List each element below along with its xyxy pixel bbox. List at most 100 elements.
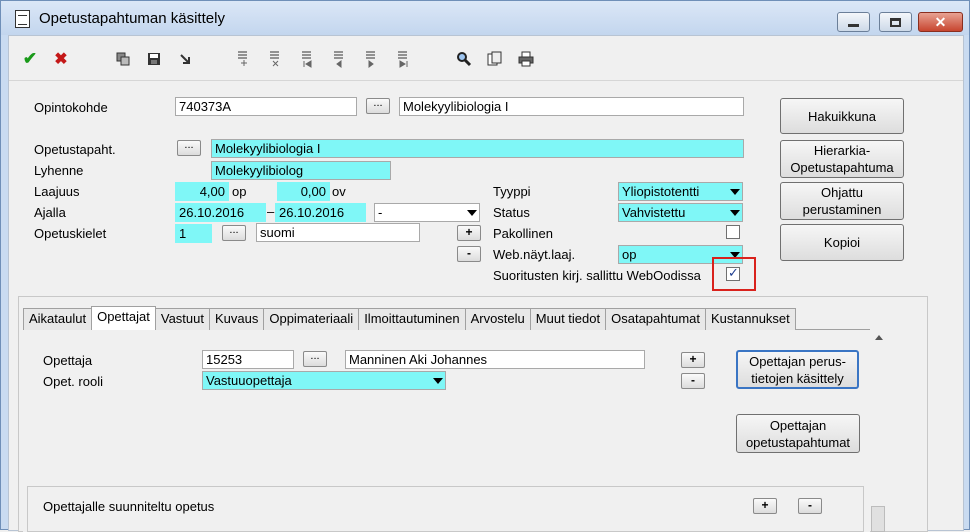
ajalla-start-field[interactable]: 26.10.2016 — [175, 203, 266, 222]
hierarkia-label-line1: Hierarkia- — [813, 143, 871, 158]
ohjattu-label-line2: perustaminen — [802, 202, 882, 217]
maximize-icon — [890, 17, 901, 27]
opetustapahtumat-label-line2: opetustapahtumat — [745, 434, 851, 450]
hakuikkuna-button[interactable]: Hakuikkuna — [780, 98, 904, 134]
close-button[interactable]: ✕ — [918, 12, 963, 32]
opetuskielet-label: Opetuskielet — [34, 226, 107, 241]
window-title: Opetustapahtuman käsittely — [39, 10, 225, 27]
hakuikkuna-label: Hakuikkuna — [808, 108, 876, 124]
check-icon[interactable]: ✔ — [21, 49, 39, 68]
pakollinen-checkbox[interactable] — [726, 225, 740, 239]
tab-aikataulut[interactable]: Aikataulut — [23, 308, 93, 330]
main-window: Opetustapahtuman käsittely ✕ ✔ ✖ Opintok… — [0, 0, 970, 532]
hierarkia-label-line2: Opetustapahtuma — [790, 160, 894, 175]
tab-kustannukset[interactable]: Kustannukset — [705, 308, 796, 330]
status-select[interactable]: Vahvistettu — [618, 203, 743, 222]
chevron-down-icon — [730, 189, 740, 195]
add-teacher-button[interactable]: + — [681, 352, 705, 368]
record-prev-icon[interactable] — [331, 50, 349, 68]
laajuus-label: Laajuus — [34, 184, 80, 199]
scroll-up-icon[interactable] — [875, 335, 883, 340]
opintokohde-label: Opintokohde — [34, 100, 108, 115]
opettaja-browse-button[interactable]: ... — [303, 351, 327, 367]
lyhenne-label: Lyhenne — [34, 163, 84, 178]
search-icon[interactable] — [455, 50, 473, 68]
opetuskielet-browse-button[interactable]: ... — [222, 225, 246, 241]
suunniteltu-label: Opettajalle suunniteltu opetus — [43, 499, 215, 514]
print-icon[interactable] — [517, 50, 535, 68]
op-unit-label: op — [232, 184, 247, 199]
ajalla-period-value: - — [378, 205, 383, 220]
opintokohde-code-field[interactable]: 740373A — [175, 97, 357, 116]
kopioi-label: Kopioi — [823, 235, 861, 250]
save-icon[interactable] — [145, 50, 163, 68]
tab-strip: Aikataulut Opettajat Vastuut Kuvaus Oppi… — [23, 306, 796, 330]
tab-opettajat[interactable]: Opettajat — [91, 306, 156, 330]
opettaja-code-field[interactable]: 15253 — [202, 350, 294, 369]
export-icon[interactable] — [176, 50, 194, 68]
opintokohde-browse-button[interactable]: ... — [366, 98, 390, 114]
client-area: ✔ ✖ Opintokohde 740373A ... Molekyylibio… — [8, 35, 964, 532]
opetustapaht-field[interactable]: Molekyylibiologia I — [211, 139, 744, 158]
tyyppi-value: Yliopistotentti — [622, 184, 700, 199]
tab-ilmoittautuminen[interactable]: Ilmoittautuminen — [358, 308, 466, 330]
maximize-button[interactable] — [879, 12, 912, 32]
opetuskielet-code-field[interactable]: 1 — [175, 224, 212, 243]
laajuus-ov-field[interactable]: 0,00 — [277, 182, 330, 201]
ajalla-label: Ajalla — [34, 205, 66, 220]
ajalla-end-field[interactable]: 26.10.2016 — [275, 203, 366, 222]
opettajan-opetustapahtumat-button[interactable]: Opettajan opetustapahtumat — [736, 414, 860, 453]
record-last-icon[interactable] — [395, 50, 413, 68]
copy-icon[interactable] — [114, 50, 132, 68]
suoritusten-checkbox[interactable]: ✓ — [726, 265, 740, 281]
chevron-down-icon — [730, 210, 740, 216]
copy-document-icon[interactable] — [486, 50, 504, 68]
vertical-scrollbar[interactable] — [871, 506, 885, 532]
opettaja-label: Opettaja — [43, 353, 93, 368]
chevron-down-icon — [467, 210, 477, 216]
record-first-icon[interactable] — [299, 50, 317, 68]
cancel-x-icon[interactable]: ✖ — [52, 50, 70, 68]
tab-muut-tiedot[interactable]: Muut tiedot — [529, 308, 607, 330]
title-bar[interactable]: Opetustapahtuman käsittely ✕ — [1, 1, 969, 35]
rooli-label: Opet. rooli — [43, 374, 103, 389]
lyhenne-field[interactable]: Molekyylibiolog — [211, 161, 391, 180]
add-language-button[interactable]: + — [457, 225, 481, 241]
tab-kuvaus[interactable]: Kuvaus — [208, 308, 265, 330]
opetustapahtumat-label-line1: Opettajan — [769, 417, 827, 433]
record-add-icon[interactable] — [235, 50, 253, 68]
status-value: Vahvistettu — [622, 205, 686, 220]
opettajan-perustiedot-button[interactable]: Opettajan perus- tietojen käsittely — [736, 350, 859, 389]
rooli-select[interactable]: Vastuuopettaja — [202, 371, 446, 390]
record-delete-icon[interactable] — [267, 50, 285, 68]
opetuskielet-name-field[interactable]: suomi — [256, 223, 420, 242]
opintokohde-name-field[interactable]: Molekyylibiologia I — [399, 97, 744, 116]
minimize-button[interactable] — [837, 12, 870, 32]
remove-language-button[interactable]: - — [457, 246, 481, 262]
add-planned-button[interactable]: + — [753, 498, 777, 514]
laajuus-op-field[interactable]: 4,00 — [175, 182, 229, 201]
tab-oppimateriaali[interactable]: Oppimateriaali — [263, 308, 360, 330]
toolbar-divider — [9, 80, 963, 81]
webnayt-label: Web.näyt.laaj. — [493, 247, 576, 262]
minimize-icon — [848, 23, 859, 27]
record-next-icon[interactable] — [363, 50, 381, 68]
kopioi-button[interactable]: Kopioi — [780, 224, 904, 261]
ohjattu-perustaminen-button[interactable]: Ohjattu perustaminen — [780, 182, 904, 220]
tyyppi-label: Tyyppi — [493, 184, 531, 199]
tyyppi-select[interactable]: Yliopistotentti — [618, 182, 743, 201]
remove-teacher-button[interactable]: - — [681, 373, 705, 389]
opetustapaht-label: Opetustapaht. — [34, 142, 116, 157]
ajalla-period-select[interactable]: - — [374, 203, 480, 222]
remove-planned-button[interactable]: - — [798, 498, 822, 514]
tab-vastuut[interactable]: Vastuut — [154, 308, 210, 330]
hierarkia-button[interactable]: Hierarkia- Opetustapahtuma — [780, 140, 904, 178]
tab-arvostelu[interactable]: Arvostelu — [464, 308, 531, 330]
status-label: Status — [493, 205, 530, 220]
webnayt-value: op — [622, 247, 637, 262]
opettaja-name-field[interactable]: Manninen Aki Johannes — [345, 350, 645, 369]
opetustapaht-browse-button[interactable]: ... — [177, 140, 201, 156]
tab-osatapahtumat[interactable]: Osatapahtumat — [605, 308, 706, 330]
ohjattu-label-line1: Ohjattu — [821, 185, 863, 200]
chevron-down-icon — [433, 378, 443, 384]
